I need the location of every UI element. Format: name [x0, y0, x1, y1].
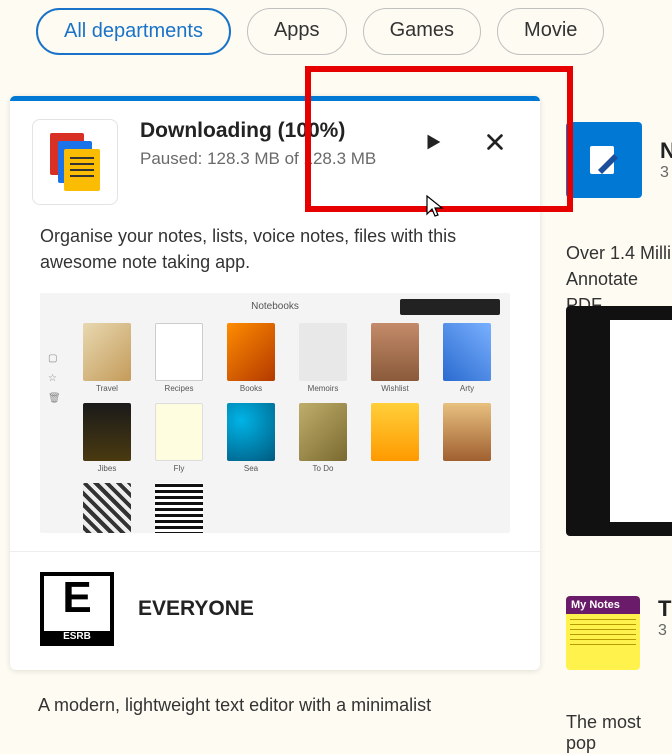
app-screenshot: Notebooks ▢ ☆ 🗑 TravelRecipesBooksMemoir…: [40, 293, 510, 533]
notebook-thumb: Books: [224, 323, 278, 393]
app-description-editor: A modern, lightweight text editor with a…: [38, 695, 538, 716]
esrb-badge: E ESRB: [40, 572, 114, 646]
screenshot-toolbar-icons: [400, 299, 500, 315]
app-description-mynotes: The most pop: [566, 712, 672, 754]
notebook-thumb: Arty: [440, 323, 494, 393]
filter-pill-row: All departments Apps Games Movie: [0, 0, 672, 71]
app-title-mynotes: T: [658, 596, 671, 622]
star-icon: ☆: [48, 373, 58, 383]
square-icon: ▢: [48, 353, 58, 363]
resume-button[interactable]: [416, 125, 450, 159]
filter-movies[interactable]: Movie: [497, 8, 604, 55]
notebook-thumb: Jibes: [80, 403, 134, 473]
filter-apps[interactable]: Apps: [247, 8, 347, 55]
notebook-thumb: [152, 483, 206, 533]
screenshot-sidebar: ▢ ☆ 🗑: [48, 353, 58, 403]
notebook-thumb: To Do: [296, 403, 350, 473]
esrb-org: ESRB: [44, 631, 110, 642]
app-card-pdf[interactable]: N 3: [566, 122, 672, 198]
notebook-thumb: Sea: [224, 403, 278, 473]
cancel-button[interactable]: [478, 125, 512, 159]
app-title-pdf: N: [660, 138, 672, 164]
esrb-letter: E: [62, 576, 91, 620]
filter-games[interactable]: Games: [363, 8, 481, 55]
filter-all-departments[interactable]: All departments: [36, 8, 231, 55]
app-icon-notebook: [32, 119, 118, 205]
card-header: Downloading (100%) Paused: 128.3 MB of 1…: [10, 101, 540, 215]
app-icon-mynotes: My Notes: [566, 596, 640, 670]
app-card-mynotes[interactable]: My Notes T 3: [566, 596, 671, 670]
notebook-thumb: [368, 403, 422, 473]
notebook-thumb: Fly: [152, 403, 206, 473]
download-status: Paused: 128.3 MB of 128.3 MB: [140, 149, 394, 169]
app-rating-pdf: 3: [660, 164, 672, 182]
notebook-thumb: Recipes: [152, 323, 206, 393]
app-description: Organise your notes, lists, voice notes,…: [10, 215, 540, 289]
notebook-thumb: [80, 483, 134, 533]
rating-label: EVERYONE: [138, 597, 254, 621]
play-icon: [422, 131, 444, 153]
app-rating-mynotes: 3: [658, 622, 671, 640]
notebook-thumb: Memoirs: [296, 323, 350, 393]
notebook-thumb: Travel: [80, 323, 134, 393]
close-icon: [484, 131, 506, 153]
notebook-thumb: [440, 403, 494, 473]
note-pen-icon: [584, 140, 624, 180]
trash-icon: 🗑: [48, 393, 58, 403]
mynotes-icon-label: My Notes: [566, 596, 640, 614]
rating-row: E ESRB EVERYONE: [10, 551, 540, 670]
app-icon-pdf: [566, 122, 642, 198]
app-card-notebook: Downloading (100%) Paused: 128.3 MB of 1…: [10, 96, 540, 670]
download-title: Downloading (100%): [140, 119, 394, 143]
app-screenshot-pdf: [566, 306, 672, 536]
notebook-thumb: Wishlist: [368, 323, 422, 393]
